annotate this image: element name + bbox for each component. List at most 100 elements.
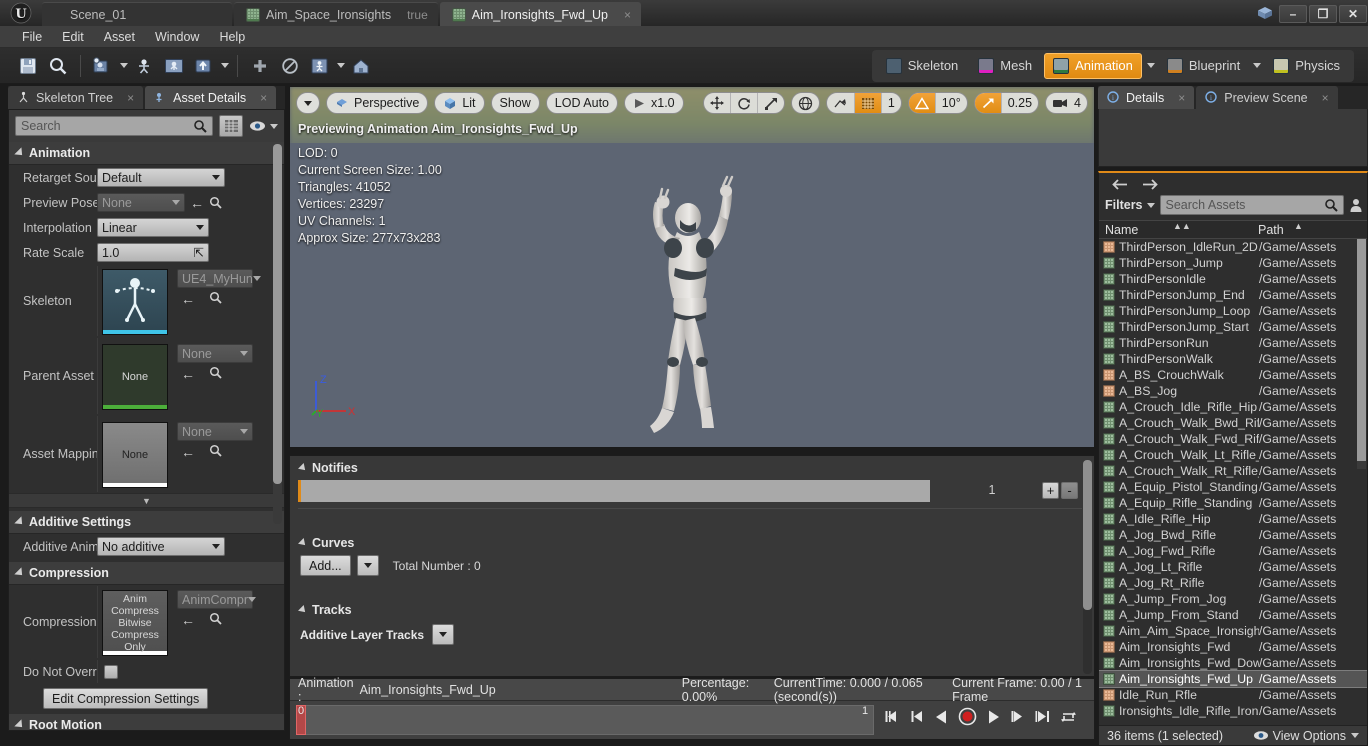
asset-list[interactable]: ThirdPerson_IdleRun_2D/Game/Assets ThirdP… xyxy=(1099,239,1367,725)
nav-forward-icon[interactable] xyxy=(1142,178,1159,191)
browse-to-asset-icon[interactable] xyxy=(209,196,222,209)
asset-row[interactable]: A_Jog_Bwd_Rifle/Game/Assets xyxy=(1099,527,1367,543)
export-icon[interactable] xyxy=(160,52,188,80)
asset-row[interactable]: ThirdPerson_IdleRun_2D/Game/Assets xyxy=(1099,239,1367,255)
browse-icon[interactable] xyxy=(44,52,72,80)
asset-row[interactable]: A_Idle_Rifle_Hip/Game/Assets xyxy=(1099,511,1367,527)
search-input[interactable]: Search xyxy=(15,116,213,136)
close-icon[interactable]: × xyxy=(624,8,631,22)
camera-icon[interactable]: 4 xyxy=(1046,93,1087,113)
asset-row[interactable]: Aim_Aim_Space_Ironsigh/Game/Assets xyxy=(1099,623,1367,639)
anim-editor-scrollbar[interactable] xyxy=(1083,460,1092,674)
content-cube-icon[interactable] xyxy=(1252,0,1278,26)
scale-snap-toggle[interactable] xyxy=(974,93,1002,113)
details-scrollbar[interactable] xyxy=(273,144,282,524)
tab-aim-space-ironsights[interactable]: Aim_Space_Ironsights true xyxy=(234,2,438,26)
viewport-options-button[interactable] xyxy=(296,92,320,114)
close-icon[interactable]: × xyxy=(127,91,134,105)
animation-viewport[interactable]: Perspective Lit Show LOD Auto x1.0 1 10°… xyxy=(289,86,1095,448)
skip-to-start-icon[interactable] xyxy=(884,709,901,724)
show-menu-button[interactable]: Show xyxy=(490,92,540,114)
additive-layer-tracks-dropdown[interactable] xyxy=(432,624,455,645)
mode-blueprint[interactable]: Blueprint xyxy=(1159,54,1248,78)
parent-asset-thumbnail[interactable]: None xyxy=(102,344,168,410)
lod-button[interactable]: LOD Auto xyxy=(545,92,618,114)
timeline-track[interactable] xyxy=(296,705,874,735)
nav-back-icon[interactable] xyxy=(1111,178,1128,191)
menu-window[interactable]: Window xyxy=(145,28,209,46)
translate-gizmo-icon[interactable] xyxy=(704,93,731,113)
coordinate-system-button[interactable] xyxy=(790,92,820,114)
asset-row[interactable]: ThirdPersonJump_Start/Game/Assets xyxy=(1099,319,1367,335)
save-icon[interactable] xyxy=(14,52,42,80)
asset-row[interactable]: A_Equip_Pistol_Standing/Game/Assets xyxy=(1099,479,1367,495)
step-forward-icon[interactable] xyxy=(1010,709,1025,724)
apply-compression-icon[interactable] xyxy=(130,52,158,80)
scale-snap-value[interactable]: 0.25 xyxy=(1002,93,1038,113)
parent-asset-combo[interactable]: None xyxy=(177,344,253,363)
display-grid-icon[interactable] xyxy=(219,115,243,137)
asset-mapping-combo[interactable]: None xyxy=(177,422,253,441)
loop-icon[interactable] xyxy=(1060,709,1077,724)
additive-anim-combo[interactable]: No additive xyxy=(97,537,225,556)
preview-mesh-icon[interactable] xyxy=(306,52,334,80)
skeleton-combo[interactable]: UE4_MyHun xyxy=(177,269,261,288)
asset-row[interactable]: A_Crouch_Idle_Rifle_Hip/Game/Assets xyxy=(1099,399,1367,415)
asset-row[interactable]: A_Equip_Rifle_Standing/Game/Assets xyxy=(1099,495,1367,511)
chevron-down-icon[interactable] xyxy=(221,63,229,68)
column-header-name[interactable]: Name ▲▲ xyxy=(1099,221,1254,237)
no-entry-icon[interactable] xyxy=(276,52,304,80)
asset-row[interactable]: A_Jog_Rt_Rifle/Game/Assets xyxy=(1099,575,1367,591)
category-additive-settings[interactable]: Additive Settings xyxy=(9,511,284,534)
drag-handle-icon[interactable]: ⇱ xyxy=(194,245,204,260)
browse-to-asset-icon[interactable] xyxy=(209,291,222,307)
category-root-motion[interactable]: Root Motion xyxy=(9,714,284,730)
browse-to-asset-icon[interactable] xyxy=(209,444,222,460)
lighting-mode-button[interactable]: Lit xyxy=(434,92,485,114)
view-options-icon[interactable] xyxy=(249,120,278,132)
asset-row[interactable]: A_Crouch_Walk_Fwd_Rifl/Game/Assets xyxy=(1099,431,1367,447)
record-animation-icon[interactable] xyxy=(190,52,218,80)
play-icon[interactable] xyxy=(986,709,1001,725)
mode-skeleton[interactable]: Skeleton xyxy=(878,54,967,78)
home-icon[interactable] xyxy=(347,52,375,80)
use-selected-asset-icon[interactable]: ← xyxy=(181,291,195,307)
remove-notify-track-button[interactable]: - xyxy=(1061,481,1078,499)
menu-help[interactable]: Help xyxy=(209,28,255,46)
retarget-source-combo[interactable]: Default xyxy=(97,168,225,187)
use-selected-asset-icon[interactable]: ← xyxy=(181,612,195,628)
browse-to-asset-icon[interactable] xyxy=(209,366,222,382)
menu-file[interactable]: File xyxy=(12,28,52,46)
skip-to-end-icon[interactable] xyxy=(1034,709,1051,724)
asset-row[interactable]: Ironsights_Idle_Rifle_Iron/Game/Assets xyxy=(1099,703,1367,719)
world-globe-icon[interactable] xyxy=(792,93,819,113)
compression-scheme-combo[interactable]: AnimCompr xyxy=(177,590,256,609)
notify-track[interactable] xyxy=(298,480,930,502)
section-curves[interactable]: Curves xyxy=(290,531,1094,553)
use-selected-asset-icon[interactable]: ← xyxy=(181,366,195,382)
skeleton-thumbnail[interactable] xyxy=(102,269,168,335)
maximize-button[interactable]: ❐ xyxy=(1309,5,1337,23)
tab-details[interactable]: i Details × xyxy=(1098,86,1195,109)
step-back-icon[interactable] xyxy=(910,709,925,724)
add-curve-button[interactable]: Add... xyxy=(300,555,351,576)
menu-edit[interactable]: Edit xyxy=(52,28,94,46)
section-tracks[interactable]: Tracks xyxy=(290,598,1094,620)
chevron-down-icon[interactable] xyxy=(1253,63,1262,68)
chevron-down-icon[interactable] xyxy=(337,63,345,68)
asset-row[interactable]: A_Jump_From_Jog/Game/Assets xyxy=(1099,591,1367,607)
asset-row[interactable]: A_Jog_Lt_Rifle/Game/Assets xyxy=(1099,559,1367,575)
do-not-override-checkbox[interactable] xyxy=(104,664,118,679)
asset-row[interactable]: A_BS_Jog/Game/Assets xyxy=(1099,383,1367,399)
preview-pose-combo[interactable]: None xyxy=(97,193,185,212)
chevron-down-icon[interactable] xyxy=(120,63,128,68)
asset-row[interactable]: A_Crouch_Walk_Lt_Rifle_/Game/Assets xyxy=(1099,447,1367,463)
add-icon[interactable] xyxy=(246,52,274,80)
tab-scene-01[interactable]: Scene_01 xyxy=(42,2,232,26)
lock-selection-icon[interactable] xyxy=(1349,198,1363,213)
asset-row[interactable]: A_Jog_Fwd_Rifle/Game/Assets xyxy=(1099,543,1367,559)
add-notify-track-button[interactable]: + xyxy=(1042,481,1059,499)
asset-mapping-thumbnail[interactable]: None xyxy=(102,422,168,488)
asset-row-selected[interactable]: Aim_Ironsights_Fwd_Up/Game/Assets xyxy=(1099,670,1367,688)
playback-speed-button[interactable]: x1.0 xyxy=(624,92,684,114)
